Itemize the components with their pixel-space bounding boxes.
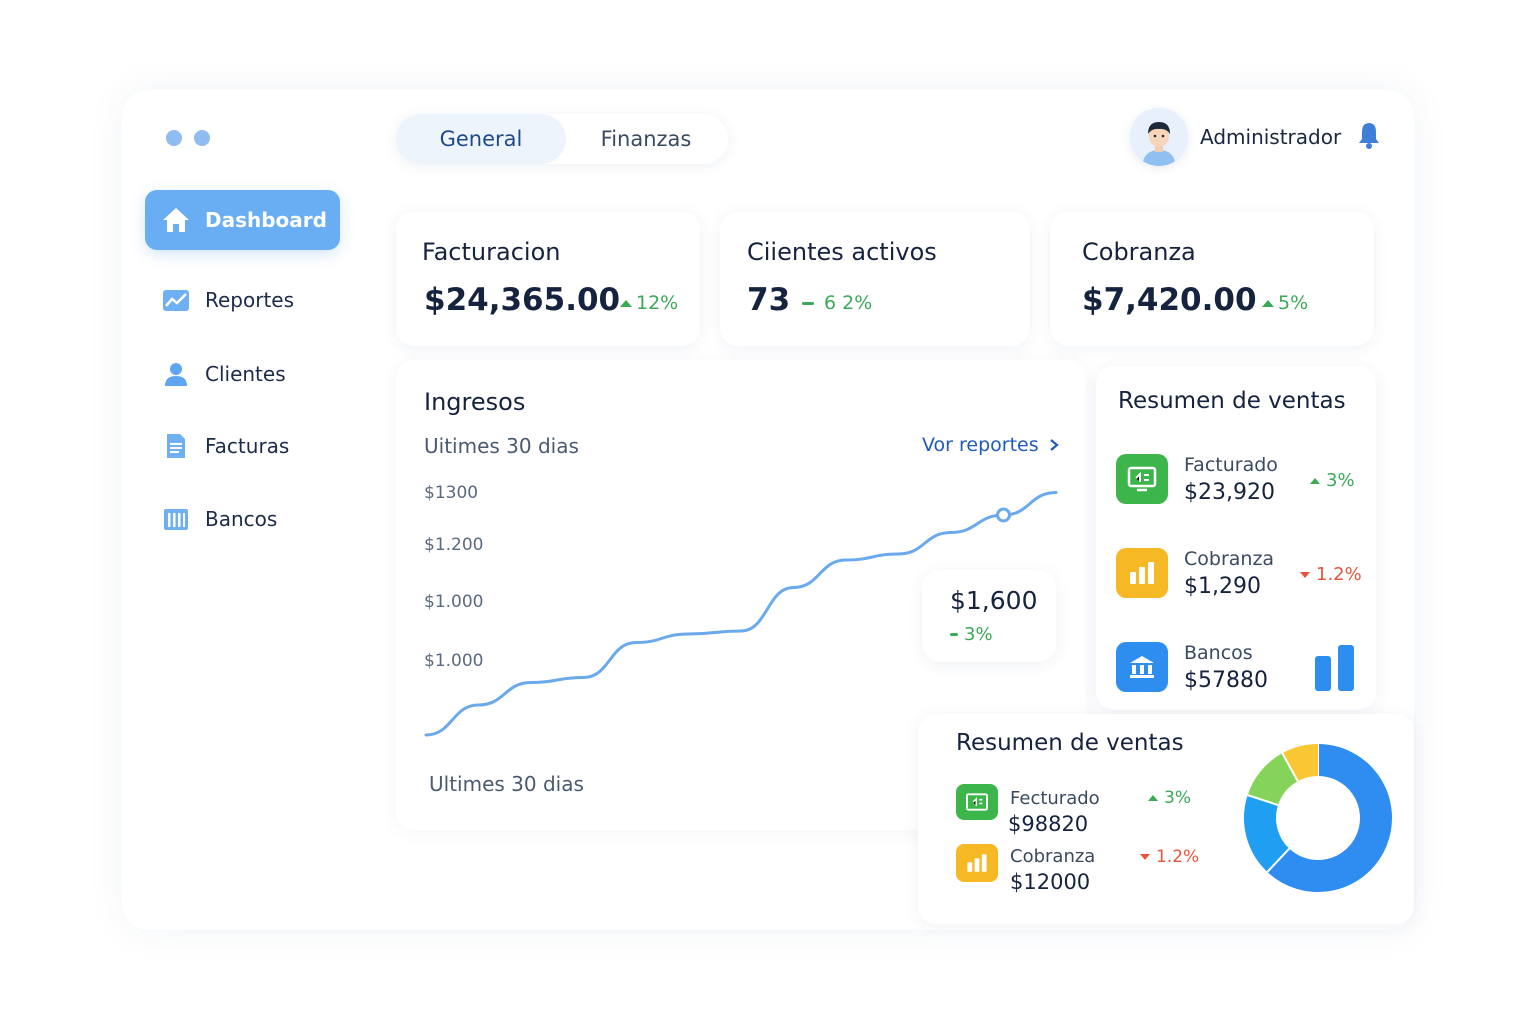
- summary-value: $23,920: [1184, 480, 1275, 505]
- summary-label: Fecturado: [1010, 788, 1100, 809]
- tooltip-value: $1,600: [950, 586, 1038, 615]
- home-icon: [161, 205, 191, 235]
- trend-up-icon: [1148, 795, 1158, 801]
- ingresos-subtitle: Uitimes 30 dias: [424, 434, 579, 458]
- kpi-delta: 6 2%: [802, 292, 872, 314]
- kpi-value: 73: [747, 282, 791, 318]
- sidebar-item-label: Facturas: [205, 434, 290, 458]
- summary-delta-value: 3%: [1164, 788, 1191, 808]
- summary-delta: 1.2%: [1140, 847, 1199, 867]
- window-dot[interactable]: [166, 130, 182, 146]
- invoice-icon: [161, 431, 191, 461]
- chart-tooltip: $1,600 3%: [922, 570, 1056, 662]
- summary-delta-value: 1.2%: [1316, 564, 1362, 585]
- kpi-delta-value: 5%: [1278, 292, 1309, 314]
- sidebar-item-facturas[interactable]: Facturas: [145, 416, 340, 476]
- sidebar-item-label: Bancos: [205, 507, 278, 531]
- mini-bar-chart-icon: [1314, 644, 1356, 696]
- summary-delta: 1.2%: [1300, 564, 1362, 585]
- sidebar-item-label: Clientes: [205, 362, 286, 386]
- y-tick-label: $1.000: [424, 592, 483, 612]
- kpi-delta: 5%: [1262, 292, 1308, 314]
- sidebar-item-bancos[interactable]: Bancos: [145, 489, 340, 549]
- summary-label: Cobranza: [1184, 548, 1275, 570]
- trend-down-icon: [1140, 854, 1150, 860]
- sidebar-item-dashboard[interactable]: Dashboard: [145, 190, 340, 250]
- kpi-title: Ciientes activos: [747, 238, 937, 266]
- trend-up-icon: [1310, 477, 1320, 484]
- trend-up-icon: [620, 299, 632, 307]
- summary-value: $1,290: [1184, 574, 1261, 599]
- kpi-value: $7,420.00: [1082, 282, 1257, 318]
- chevron-right-icon: [1049, 434, 1059, 456]
- sales-donut-chart: [1244, 744, 1392, 892]
- invoice-screen-icon: [956, 784, 998, 820]
- link-label: Vor reportes: [922, 434, 1039, 456]
- user-icon: [161, 359, 191, 389]
- bell-icon[interactable]: [1357, 121, 1381, 153]
- kpi-delta-value: 6 2%: [824, 292, 873, 314]
- sidebar-item-label: Reportes: [205, 288, 295, 312]
- y-tick-label: $1300: [424, 483, 478, 503]
- user-menu[interactable]: Administrador: [1130, 108, 1381, 166]
- tab-bar: General Finanzas: [396, 114, 728, 164]
- summary-value: $98820: [1008, 812, 1089, 836]
- window-controls: [166, 130, 210, 146]
- invoice-screen-icon: [1116, 454, 1168, 504]
- sidebar-item-reportes[interactable]: Reportes: [145, 270, 340, 330]
- trend-flat-icon: [802, 301, 814, 305]
- y-tick-label: $1.200: [424, 535, 483, 555]
- highlight-point[interactable]: [996, 507, 1011, 523]
- window-dot[interactable]: [194, 130, 210, 146]
- bank-icon: [161, 504, 191, 534]
- kpi-title: Facturacion: [422, 238, 561, 266]
- kpi-title: Cobranza: [1082, 238, 1196, 266]
- avatar[interactable]: [1130, 108, 1188, 166]
- summary-value: $57880: [1184, 668, 1268, 693]
- ingresos-footer: Ultimes 30 dias: [429, 772, 584, 796]
- bar-chart-icon: [956, 844, 998, 882]
- kpi-value: $24,365.00: [424, 282, 621, 318]
- kpi-card-clientes[interactable]: Ciientes activos 73 6 2%: [720, 212, 1030, 346]
- summary-delta-value: 1.2%: [1156, 847, 1200, 867]
- summary-label: Cobranza: [1010, 846, 1096, 867]
- resumen-title: Resumen de ventas: [956, 730, 1184, 756]
- kpi-card-facturacion[interactable]: Facturacion $24,365.00 12%: [396, 212, 700, 346]
- kpi-delta: 12%: [620, 292, 678, 314]
- resumen-title: Resumen de ventas: [1118, 388, 1346, 414]
- summary-label: Facturado: [1184, 454, 1278, 476]
- tooltip-delta-value: 3%: [964, 624, 993, 645]
- donut-slice[interactable]: [1282, 744, 1319, 782]
- y-tick-label: $1.000: [424, 651, 483, 671]
- trend-up-icon: [1262, 299, 1274, 307]
- donut-slice[interactable]: [1247, 753, 1299, 806]
- resumen-ventas-card: Resumen de ventas Facturado $23,920 3% C…: [1096, 366, 1376, 710]
- user-name: Administrador: [1200, 125, 1342, 149]
- summary-delta: 3%: [1148, 788, 1191, 808]
- trend-flat-icon: [950, 633, 958, 636]
- tab-finanzas[interactable]: Finanzas: [566, 114, 726, 164]
- summary-delta: 3%: [1310, 470, 1355, 491]
- sidebar-item-clientes[interactable]: Clientes: [145, 344, 340, 404]
- ingresos-title: Ingresos: [424, 388, 526, 416]
- bar-chart-icon: [1116, 548, 1168, 598]
- tab-general[interactable]: General: [396, 114, 566, 164]
- chart-icon: [161, 285, 191, 315]
- donut-slice[interactable]: [1244, 795, 1290, 872]
- ver-reportes-link[interactable]: Vor reportes: [922, 434, 1059, 456]
- bank-building-icon: [1116, 642, 1168, 692]
- summary-label: Bancos: [1184, 642, 1253, 664]
- kpi-delta-value: 12%: [636, 292, 679, 314]
- kpi-card-cobranza[interactable]: Cobranza $7,420.00 5%: [1050, 212, 1374, 346]
- summary-value: $12000: [1010, 870, 1091, 894]
- tooltip-delta: 3%: [950, 624, 993, 645]
- summary-delta-value: 3%: [1326, 470, 1355, 491]
- sidebar-item-label: Dashboard: [205, 208, 327, 232]
- trend-down-icon: [1300, 571, 1310, 578]
